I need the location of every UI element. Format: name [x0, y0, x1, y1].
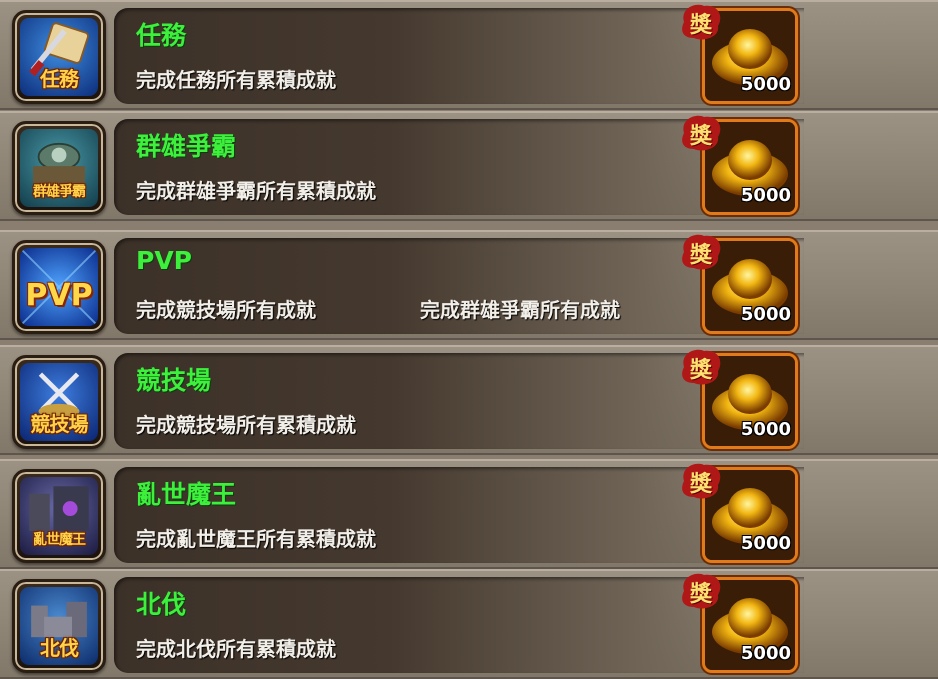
- arena-tower-icon: 群雄爭霸: [12, 121, 106, 215]
- icon-caption: PVP: [25, 278, 93, 313]
- reward-amount: 5000: [740, 643, 791, 664]
- quest-scroll-icon: 任務: [12, 10, 106, 104]
- achievement-title: 競技場: [136, 366, 212, 395]
- icon-caption: 競技場: [30, 412, 89, 436]
- crossed-swords-icon: 競技場: [12, 355, 106, 449]
- reward-amount: 5000: [740, 74, 791, 95]
- reward-badge: 獎: [678, 347, 724, 387]
- achievement-row-northern-expedition[interactable]: 北伐 北伐 完成北伐所有累積成就 5000 獎: [0, 569, 938, 679]
- achievement-description: 完成任務所有累積成就: [136, 68, 336, 92]
- achievement-row-pvp[interactable]: PVP PVP 完成競技場所有成就 完成群雄爭霸所有成就 5000 獎: [0, 230, 938, 340]
- achievement-description: 完成群雄爭霸所有累積成就: [136, 179, 376, 203]
- achievement-description: 完成競技場所有成就: [136, 298, 316, 322]
- icon-caption: 任務: [40, 67, 79, 91]
- fortress-icon: 北伐: [12, 579, 106, 673]
- badge-label: 獎: [689, 12, 712, 38]
- achievement-title: 群雄爭霸: [136, 132, 237, 161]
- reward-badge: 獎: [678, 461, 724, 501]
- achievement-row-quest[interactable]: 任務 任務 完成任務所有累積成就 5000 獎: [0, 0, 938, 110]
- reward-badge: 獎: [678, 113, 724, 153]
- reward-amount: 5000: [740, 419, 791, 440]
- icon-caption: 北伐: [40, 636, 79, 660]
- icon-caption: 群雄爭霸: [33, 184, 86, 200]
- badge-label: 獎: [689, 581, 712, 607]
- achievement-title: 亂世魔王: [136, 480, 237, 509]
- reward-badge: 獎: [678, 2, 724, 42]
- reward-badge: 獎: [678, 232, 724, 272]
- reward-amount: 5000: [740, 533, 791, 554]
- achievement-row-demon-king[interactable]: 亂世魔王 亂世魔王 完成亂世魔王所有累積成就 5000 獎: [0, 459, 938, 569]
- demon-castle-icon: 亂世魔王: [12, 469, 106, 563]
- achievement-row-heroes[interactable]: 群雄爭霸 群雄爭霸 完成群雄爭霸所有累積成就 5000 獎: [0, 111, 938, 221]
- achievement-title: PVP: [136, 246, 192, 275]
- badge-label: 獎: [689, 357, 712, 383]
- achievement-description: 完成亂世魔王所有累積成就: [136, 527, 376, 551]
- achievement-title: 北伐: [136, 590, 187, 619]
- achievement-row-arena[interactable]: 競技場 競技場 完成競技場所有累積成就 5000 獎: [0, 345, 938, 455]
- reward-badge: 獎: [678, 571, 724, 611]
- badge-label: 獎: [689, 242, 712, 268]
- pvp-icon: PVP: [12, 240, 106, 334]
- achievement-description: 完成競技場所有累積成就: [136, 413, 356, 437]
- achievement-title: 任務: [136, 21, 187, 50]
- achievement-description-secondary: 完成群雄爭霸所有成就: [420, 298, 620, 322]
- achievement-description: 完成北伐所有累積成就: [136, 637, 336, 661]
- reward-amount: 5000: [740, 304, 791, 325]
- reward-amount: 5000: [740, 185, 791, 206]
- badge-label: 獎: [689, 123, 712, 149]
- badge-label: 獎: [689, 471, 712, 497]
- icon-caption: 亂世魔王: [33, 532, 86, 548]
